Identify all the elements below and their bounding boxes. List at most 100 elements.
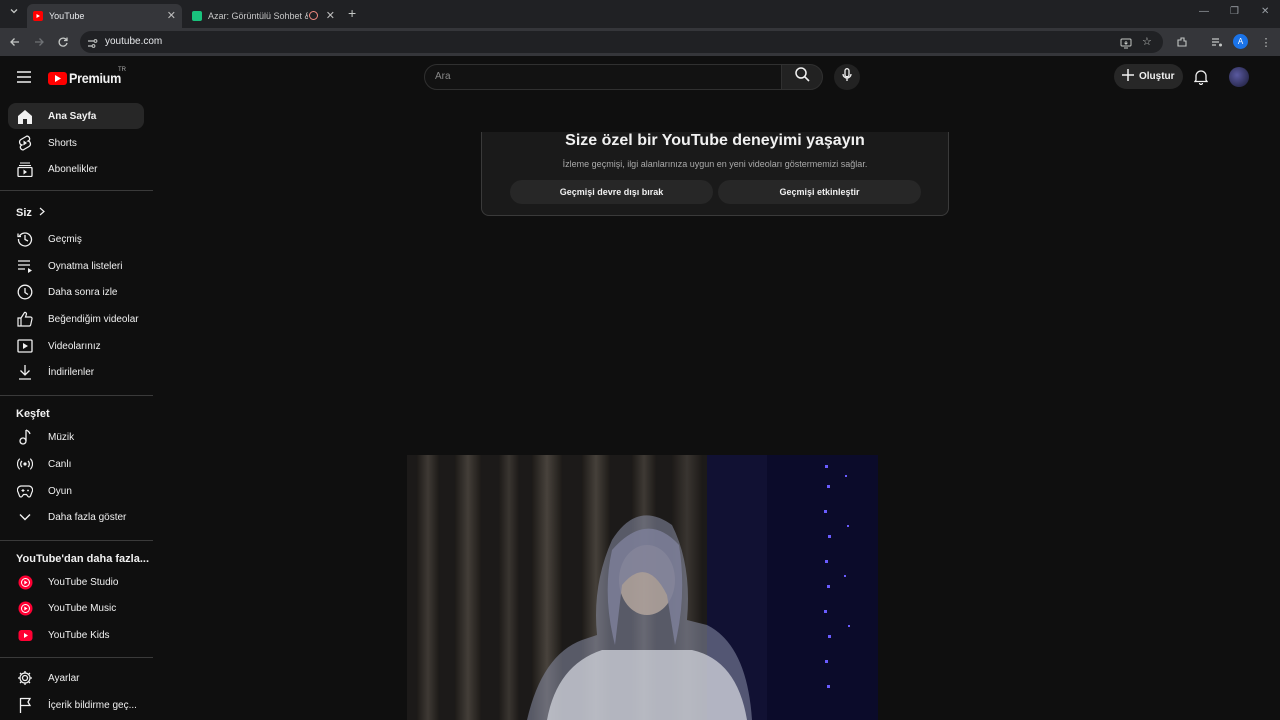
azar-favicon-icon (192, 11, 202, 21)
sidebar-item-label: Daha sonra izle (48, 286, 118, 298)
sidebar-item-live[interactable]: Canlı (8, 451, 144, 477)
extensions-icon[interactable] (1174, 34, 1190, 50)
install-app-icon[interactable] (1120, 36, 1132, 54)
you-section-heading[interactable]: Siz (16, 207, 45, 219)
account-avatar[interactable] (1229, 67, 1249, 87)
sidebar-item-label: Ayarlar (48, 672, 80, 684)
sidebar-item-label: Abonelikler (48, 163, 98, 175)
shorts-icon (16, 134, 34, 152)
sidebar-item-label: İndirilenler (48, 366, 95, 378)
history-icon (16, 230, 34, 248)
minimize-icon[interactable]: — (1199, 6, 1209, 17)
gaming-icon (16, 482, 34, 500)
sidebar-item-label: İçerik bildirme geç... (48, 699, 137, 711)
restore-icon[interactable]: ❐ (1230, 6, 1239, 17)
tab-title: Azar: Görüntülü Sohbet & V (208, 11, 308, 21)
search-icon (794, 67, 810, 87)
sidebar-item-subscriptions[interactable]: Abonelikler (8, 156, 144, 182)
sidebar-item-label: Daha fazla göster (48, 511, 127, 523)
settings-icon (16, 669, 34, 687)
sidebar-item-downloads[interactable]: İndirilenler (8, 359, 144, 385)
video-frame[interactable] (407, 455, 878, 720)
browser-toolbar: youtube.com ☆ A ⋮ (0, 28, 1280, 56)
sidebar-item-liked-videos[interactable]: Beğendiğim videolar (8, 306, 144, 332)
subscriptions-icon (16, 160, 34, 178)
sidebar-item-home[interactable]: Ana Sayfa (8, 103, 144, 129)
sidebar-item-playlists[interactable]: Oynatma listeleri (8, 253, 144, 279)
sidebar-item-label: Ana Sayfa (48, 110, 97, 122)
address-bar[interactable]: youtube.com ☆ (80, 31, 1163, 53)
bookmark-star-icon[interactable]: ☆ (1142, 35, 1152, 48)
notifications-bell-icon[interactable] (1192, 68, 1210, 86)
sidebar-item-history[interactable]: Geçmiş (8, 226, 144, 252)
create-button[interactable]: Oluştur (1114, 64, 1183, 89)
sidebar-divider (0, 190, 153, 191)
close-tab-icon[interactable]: ✕ (167, 9, 176, 22)
sidebar-item-music[interactable]: Müzik (8, 424, 144, 450)
sidebar-divider (0, 540, 153, 541)
sidebar-item-watch-later[interactable]: Daha sonra izle (8, 279, 144, 305)
browser-tab-azar[interactable]: Azar: Görüntülü Sohbet & V ✕ (186, 4, 341, 28)
search-box (424, 64, 782, 90)
sidebar-item-youtube-music[interactable]: YouTube Music (8, 595, 144, 621)
history-prompt-card: Size özel bir YouTube deneyimi yaşayın İ… (481, 132, 949, 216)
create-label: Oluştur (1139, 71, 1175, 82)
sidebar-item-report-history[interactable]: İçerik bildirme geç... (8, 692, 144, 718)
forward-icon[interactable] (31, 34, 47, 50)
tab-title: YouTube (49, 11, 85, 21)
voice-search-button[interactable] (834, 64, 860, 90)
sidebar-item-label: YouTube Kids (48, 629, 110, 641)
history-prompt-title: Size özel bir YouTube deneyimi yaşayın (565, 132, 865, 149)
sidebar-item-label: Beğendiğim videolar (48, 313, 139, 325)
sidebar-item-label: Videolarınız (48, 340, 101, 352)
sidebar-item-youtube-studio[interactable]: YouTube Studio (8, 569, 144, 595)
url-text: youtube.com (105, 36, 163, 47)
reload-icon[interactable] (55, 34, 71, 50)
live-icon (16, 455, 34, 473)
tab-search-icon[interactable] (8, 5, 20, 20)
explore-section-heading: Keşfet (16, 408, 50, 420)
media-controls-icon[interactable] (1209, 34, 1225, 50)
search-input[interactable] (435, 71, 765, 82)
sidebar-item-label: Oyun (48, 485, 72, 497)
video-image (407, 455, 878, 720)
browser-tab-youtube[interactable]: YouTube ✕ (27, 4, 182, 28)
profile-avatar[interactable]: A (1233, 34, 1248, 49)
sidebar-item-label: YouTube Music (48, 602, 117, 614)
youtube-kids-icon (16, 626, 34, 644)
thumbs-up-icon (16, 310, 34, 328)
youtube-studio-icon (16, 573, 34, 591)
search-button[interactable] (781, 64, 823, 90)
sidebar-item-label: YouTube Studio (48, 576, 119, 588)
sidebar-item-label: Shorts (48, 137, 77, 149)
browser-tab-strip: YouTube ✕ Azar: Görüntülü Sohbet & V ✕ +… (0, 0, 1280, 28)
home-icon (16, 107, 34, 125)
sidebar-item-youtube-kids[interactable]: YouTube Kids (8, 622, 144, 648)
sidebar-item-your-videos[interactable]: Videolarınız (8, 333, 144, 359)
sidebar-item-show-more[interactable]: Daha fazla göster (8, 504, 144, 530)
sidebar-item-label: Oynatma listeleri (48, 260, 123, 272)
sidebar-item-shorts[interactable]: Shorts (8, 130, 144, 156)
your-videos-icon (16, 337, 34, 355)
music-icon (16, 428, 34, 446)
sidebar: Ana Sayfa Shorts Abonelikler Siz Geçmiş … (0, 56, 160, 720)
recording-icon (309, 11, 318, 20)
sidebar-item-gaming[interactable]: Oyun (8, 478, 144, 504)
chrome-menu-icon[interactable]: ⋮ (1258, 34, 1274, 50)
chevron-down-icon (16, 508, 34, 526)
window-close-icon[interactable]: ✕ (1261, 6, 1269, 17)
sidebar-item-settings[interactable]: Ayarlar (8, 665, 144, 691)
microphone-icon (842, 67, 852, 87)
disable-history-button[interactable]: Geçmişi devre dışı bırak (510, 180, 713, 204)
back-icon[interactable] (7, 34, 23, 50)
clock-icon (16, 283, 34, 301)
sidebar-item-label: Canlı (48, 458, 72, 470)
download-icon (16, 363, 34, 381)
new-tab-icon[interactable]: + (348, 5, 356, 21)
close-tab-icon[interactable]: ✕ (326, 9, 335, 22)
youtube-favicon-icon (33, 11, 43, 21)
flag-icon (16, 696, 34, 714)
site-info-icon[interactable] (87, 36, 98, 54)
sidebar-divider (0, 395, 153, 396)
enable-history-button[interactable]: Geçmişi etkinleştir (718, 180, 921, 204)
